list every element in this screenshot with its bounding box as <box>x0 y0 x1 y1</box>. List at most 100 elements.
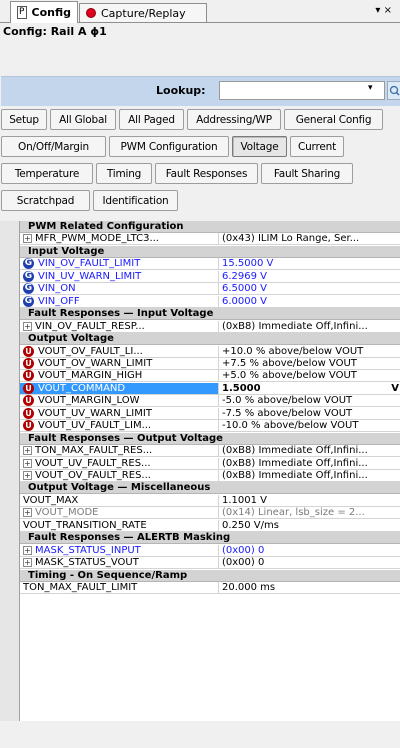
register-row[interactable]: TON_MAX_FAULT_LIMIT 20.000 ms <box>20 582 400 595</box>
expand-icon[interactable]: + <box>23 508 32 518</box>
lookup-dropdown-icon[interactable]: ▾ <box>368 83 373 93</box>
register-row[interactable]: U VOUT_OV_FAULT_LI... +10.0 % above/below … <box>20 345 400 358</box>
category-row[interactable]: −Fault Responses — Output Voltage <box>20 432 400 445</box>
category-row[interactable]: −PWM Related Configuration <box>20 221 400 233</box>
category-row[interactable]: −Output Voltage <box>20 333 400 346</box>
register-name-text: VIN_UV_WARN_LIMIT <box>38 270 142 282</box>
unit-selector[interactable]: V <box>391 383 399 394</box>
register-row[interactable]: + VOUT_MODE (0x14) Linear, lsb_size = 2... <box>20 507 400 520</box>
category-label: Timing - On Sequence/Ramp <box>28 569 188 581</box>
expand-icon[interactable]: + <box>23 234 32 244</box>
temperature-button[interactable]: Temperature <box>1 163 93 184</box>
expand-icon[interactable]: + <box>23 545 32 555</box>
category-row[interactable]: −Fault Responses — ALERTB Masking <box>20 532 400 545</box>
record-icon <box>86 8 96 18</box>
register-row[interactable]: U VOUT_OV_WARN_LIMIT +7.5 % above/below VO… <box>20 357 400 370</box>
register-name-text: TON_MAX_FAULT_LIMIT <box>23 582 138 594</box>
register-value-text: 0.250 V/ms <box>222 519 279 531</box>
register-row[interactable]: VOUT_TRANSITION_RATE 0.250 V/ms <box>20 519 400 532</box>
register-name-text: VOUT_OV_FAULT_LI... <box>38 345 143 357</box>
register-row[interactable]: U VOUT_UV_WARN_LIMIT -7.5 % above/below VO… <box>20 407 400 420</box>
register-value-text: -10.0 % above/below VOUT <box>222 420 359 432</box>
register-row[interactable]: G VIN_UV_WARN_LIMIT 6.2969 V <box>20 270 400 283</box>
pwm-configuration-button[interactable]: PWM Configuration <box>109 136 229 157</box>
on-off-margin-button[interactable]: On/Off/Margin <box>1 136 106 157</box>
tab-bar: P Config Capture/Replay ▾ × <box>0 0 400 23</box>
register-value-text: 6.2969 V <box>222 270 268 282</box>
register-value-text: +5.0 % above/below VOUT <box>222 370 357 382</box>
tab-capture-replay[interactable]: Capture/Replay <box>79 3 207 22</box>
tab-config[interactable]: P Config <box>10 1 78 23</box>
scratchpad-button[interactable]: Scratchpad <box>1 190 90 211</box>
current-button[interactable]: Current <box>290 136 344 157</box>
category-row[interactable]: −Timing - On Sequence/Ramp <box>20 569 400 582</box>
register-name-text: VIN_ON <box>38 283 76 295</box>
register-name: U VOUT_MARGIN_LOW <box>23 395 213 407</box>
register-value: -10.0 % above/below VOUT <box>218 420 400 432</box>
register-value-text: (0xB8) Immediate Off,Infini... <box>222 457 368 469</box>
register-name: U VOUT_COMMAND <box>23 382 213 394</box>
paged-icon: U <box>23 382 34 394</box>
register-value: 15.5000 V <box>218 258 400 270</box>
register-name: + VOUT_MODE <box>23 507 213 518</box>
all-paged-button[interactable]: All Paged <box>119 109 184 130</box>
all-global-button[interactable]: All Global <box>50 109 116 130</box>
expand-icon[interactable]: + <box>23 458 32 468</box>
register-value: (0xB8) Immediate Off,Infini... <box>218 445 400 457</box>
register-name: + TON_MAX_FAULT_RES... <box>23 445 213 456</box>
general-config-button[interactable]: General Config <box>284 109 383 130</box>
p-icon: P <box>17 6 27 19</box>
global-icon: G <box>23 258 34 270</box>
register-name-text: MASK_STATUS_VOUT <box>35 557 139 569</box>
register-row[interactable]: + MASK_STATUS_VOUT (0x00) 0 <box>20 557 400 570</box>
register-row[interactable]: + TON_MAX_FAULT_RES... (0xB8) Immediate Of… <box>20 445 400 458</box>
lookup-input[interactable] <box>219 81 385 100</box>
register-row[interactable]: U VOUT_COMMAND 1.5000 V <box>20 382 400 395</box>
paged-icon: U <box>23 357 34 369</box>
register-value: (0x00) 0 <box>218 544 400 556</box>
register-row[interactable]: G VIN_ON 6.5000 V <box>20 283 400 296</box>
register-row[interactable]: + VOUT_OV_FAULT_RES... (0xB8) Immediate Of… <box>20 470 400 482</box>
lookup-search-button[interactable] <box>387 81 400 100</box>
fault-responses-button[interactable]: Fault Responses <box>155 163 258 184</box>
identification-button[interactable]: Identification <box>93 190 178 211</box>
register-value: (0x00) 0 <box>218 557 400 569</box>
register-name: VOUT_TRANSITION_RATE <box>23 520 213 531</box>
category-row[interactable]: −Fault Responses — Input Voltage <box>20 308 400 321</box>
register-name: U VOUT_UV_WARN_LIMIT <box>23 407 213 419</box>
register-name-text: VOUT_OV_FAULT_RES... <box>35 470 151 481</box>
register-name-text: VOUT_UV_FAULT_LIM... <box>38 420 152 432</box>
register-row[interactable]: G VIN_OFF 6.0000 V <box>20 295 400 308</box>
category-row[interactable]: −Output Voltage — Miscellaneous <box>20 482 400 495</box>
tab-label: Capture/Replay <box>101 6 186 20</box>
tab-menu-icon[interactable]: ▾ × <box>375 5 392 16</box>
register-value-text: (0x14) Linear, lsb_size = 2... <box>222 507 365 519</box>
timing-button[interactable]: Timing <box>96 163 152 184</box>
register-name: + MASK_STATUS_INPUT <box>23 545 213 556</box>
register-row[interactable]: U VOUT_MARGIN_LOW -5.0 % above/below VOUT <box>20 395 400 408</box>
register-value-text: 6.5000 V <box>222 283 268 295</box>
register-name: U VOUT_OV_WARN_LIMIT <box>23 357 213 369</box>
register-row[interactable]: + VOUT_UV_FAULT_RES... (0xB8) Immediate Of… <box>20 457 400 470</box>
register-row[interactable]: U VOUT_MARGIN_HIGH +5.0 % above/below VOUT <box>20 370 400 383</box>
setup-button[interactable]: Setup <box>1 109 47 130</box>
register-name: U VOUT_MARGIN_HIGH <box>23 370 213 382</box>
addressing-wp-button[interactable]: Addressing/WP <box>187 109 281 130</box>
lookup-label: Lookup: <box>156 84 206 97</box>
register-value-text: (0x43) ILIM Lo Range, Ser... <box>222 233 360 245</box>
expand-icon[interactable]: + <box>23 471 32 480</box>
voltage-button[interactable]: Voltage <box>232 136 287 157</box>
expand-icon[interactable]: + <box>23 446 32 456</box>
expand-icon[interactable]: + <box>23 321 32 331</box>
category-row[interactable]: −Input Voltage <box>20 245 400 258</box>
register-value: (0x14) Linear, lsb_size = 2... <box>218 507 400 519</box>
expand-icon[interactable]: + <box>23 558 32 568</box>
register-row[interactable]: + MFR_PWM_MODE_LTC3... (0x43) ILIM Lo Rang… <box>20 233 400 246</box>
fault-sharing-button[interactable]: Fault Sharing <box>261 163 353 184</box>
register-row[interactable]: VOUT_MAX 1.1001 V <box>20 494 400 507</box>
register-row[interactable]: U VOUT_UV_FAULT_LIM... -10.0 % above/below… <box>20 420 400 433</box>
register-row[interactable]: G VIN_OV_FAULT_LIMIT 15.5000 V <box>20 258 400 271</box>
register-row[interactable]: + MASK_STATUS_INPUT (0x00) 0 <box>20 544 400 557</box>
register-row[interactable]: + VIN_OV_FAULT_RESP... (0xB8) Immediate Of… <box>20 320 400 333</box>
register-value-editor[interactable]: 1.5000 V <box>218 382 400 394</box>
